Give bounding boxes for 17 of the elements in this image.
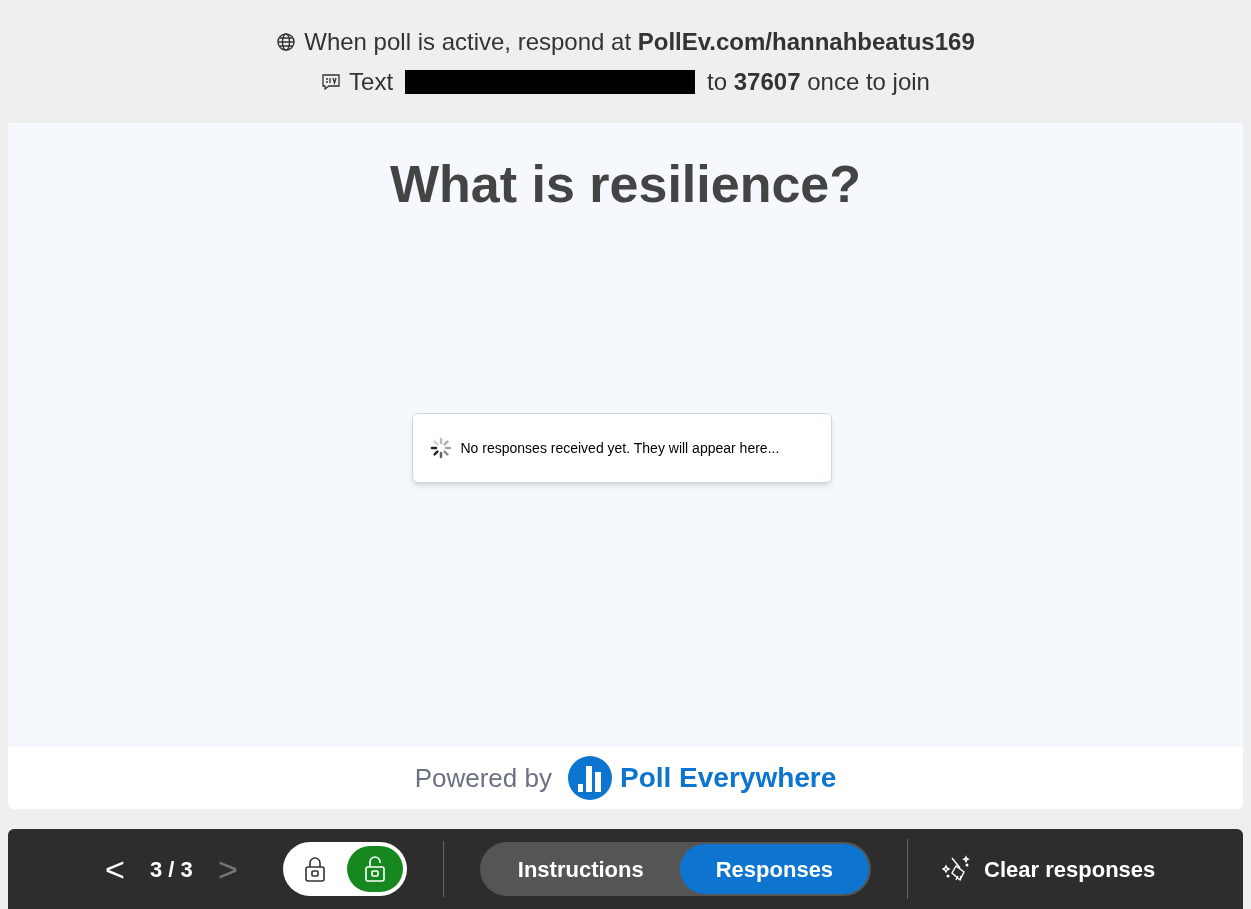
- status-text: No responses received yet. They will appear here...: [460, 438, 780, 458]
- question-title: What is resilience?: [389, 154, 861, 215]
- sms-instruction: to 37607 once to join: [707, 66, 930, 97]
- view-tab[interactable]: Instructions: [481, 844, 680, 894]
- globe-icon: [276, 31, 297, 52]
- unlock-button[interactable]: [346, 846, 403, 892]
- sms-icon: [321, 71, 342, 92]
- slide-counter: 3 / 3: [150, 855, 193, 884]
- respond-instruction: When poll is active, respond at PollEv.com/hannahbeatus169: [304, 26, 975, 57]
- bar-chart-logo-icon: [568, 756, 612, 800]
- previous-button[interactable]: <: [100, 852, 130, 886]
- sms-label: Text: [349, 66, 394, 97]
- brand-name: Poll Everywhere: [620, 761, 837, 795]
- powered-by-text: Powered by: [414, 761, 552, 795]
- clear-responses-button[interactable]: Clear responses: [942, 852, 1156, 886]
- spinner-icon: [428, 436, 453, 460]
- view-tab[interactable]: Responses: [679, 844, 870, 894]
